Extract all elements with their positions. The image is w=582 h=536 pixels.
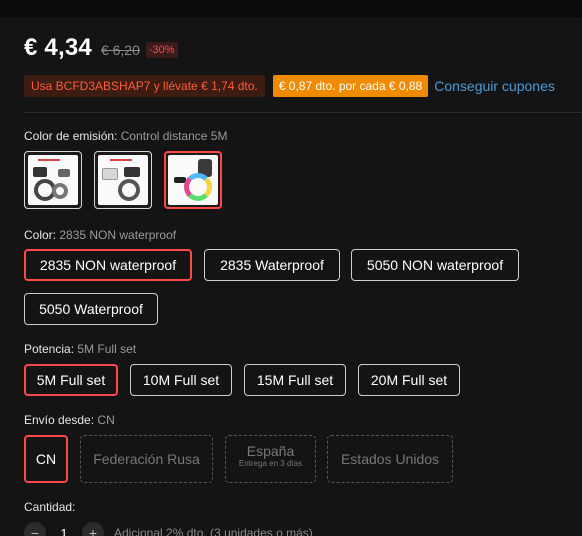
- quantity-input[interactable]: 1: [46, 526, 82, 536]
- quantity-discount-note: Adicional 2% dto. (3 unidades o más): [114, 526, 313, 536]
- power-option-20m[interactable]: 20M Full set: [358, 364, 460, 396]
- image-header-mark: [110, 159, 132, 161]
- ship-from-cn[interactable]: CN: [24, 435, 68, 483]
- led-reel-image: [52, 183, 68, 199]
- quantity-stepper: − 1 + Adicional 2% dto. (3 unidades o má…: [24, 522, 313, 536]
- power-option-15m[interactable]: 15M Full set: [244, 364, 346, 396]
- product-image: [98, 155, 148, 205]
- ship-from-label-text: Envío desde:: [24, 413, 95, 427]
- controller-image: [124, 167, 140, 177]
- emission-thumb-1[interactable]: [24, 151, 82, 209]
- ship-from-usa: Estados Unidos: [327, 435, 453, 483]
- discount-badge: -30%: [145, 42, 178, 58]
- color-label-text: Color:: [24, 228, 57, 242]
- color-label: Color: 2835 NON waterproof: [24, 228, 176, 242]
- price-row: € 4,34 € 6,20 -30%: [24, 34, 178, 62]
- current-price: € 4,34: [24, 34, 92, 61]
- controller-image: [33, 167, 47, 177]
- emission-color-value: Control distance 5M: [120, 129, 228, 143]
- power-value: 5M Full set: [77, 342, 137, 356]
- emission-color-label-text: Color de emisión:: [24, 129, 118, 143]
- emission-color-label: Color de emisión: Control distance 5M: [24, 129, 227, 143]
- get-coupons-link[interactable]: Conseguir cupones: [434, 78, 555, 94]
- color-option-5050-non-waterproof[interactable]: 5050 NON waterproof: [351, 249, 519, 281]
- remote-image: [58, 169, 70, 177]
- color-option-5050-waterproof[interactable]: 5050 Waterproof: [24, 293, 158, 325]
- quantity-increase-button[interactable]: +: [82, 522, 104, 536]
- power-option-10m[interactable]: 10M Full set: [130, 364, 232, 396]
- color-option-2835-non-waterproof[interactable]: 2835 NON waterproof: [24, 249, 192, 281]
- coupon-row: Usa BCFD3ABSHAP7 y llévate € 1,74 dto. €…: [24, 75, 555, 97]
- emission-thumb-3[interactable]: [164, 151, 222, 209]
- ship-from-spain-label: España: [246, 443, 295, 459]
- power-label-text: Potencia:: [24, 342, 75, 356]
- emission-thumb-2[interactable]: [94, 151, 152, 209]
- top-bar: [0, 0, 582, 17]
- image-header-mark: [38, 159, 60, 161]
- power-option-5m[interactable]: 5M Full set: [24, 364, 118, 396]
- color-option-2835-waterproof[interactable]: 2835 Waterproof: [204, 249, 340, 281]
- original-price: € 6,20: [100, 42, 140, 58]
- divider: [24, 112, 582, 113]
- quantity-label: Cantidad:: [24, 500, 76, 514]
- ship-from-label: Envío desde: CN: [24, 413, 115, 427]
- quantity-decrease-button[interactable]: −: [24, 522, 46, 536]
- led-reel-image: [118, 179, 140, 201]
- rgb-reel-image: [184, 173, 212, 201]
- product-image: [168, 155, 218, 205]
- power-label: Potencia: 5M Full set: [24, 342, 136, 356]
- color-value: 2835 NON waterproof: [59, 228, 177, 242]
- ship-from-spain: España Entrega en 3 días: [225, 435, 316, 483]
- coupon-code-offer[interactable]: Usa BCFD3ABSHAP7 y llévate € 1,74 dto.: [24, 75, 265, 97]
- ship-from-spain-note: Entrega en 3 días: [238, 459, 303, 468]
- ship-from-russia: Federación Rusa: [80, 435, 213, 483]
- ship-from-value: CN: [97, 413, 115, 427]
- remote-image: [102, 168, 118, 180]
- store-coupon-offer[interactable]: € 0,87 dto. por cada € 0,88: [272, 75, 429, 97]
- product-image: [28, 155, 78, 205]
